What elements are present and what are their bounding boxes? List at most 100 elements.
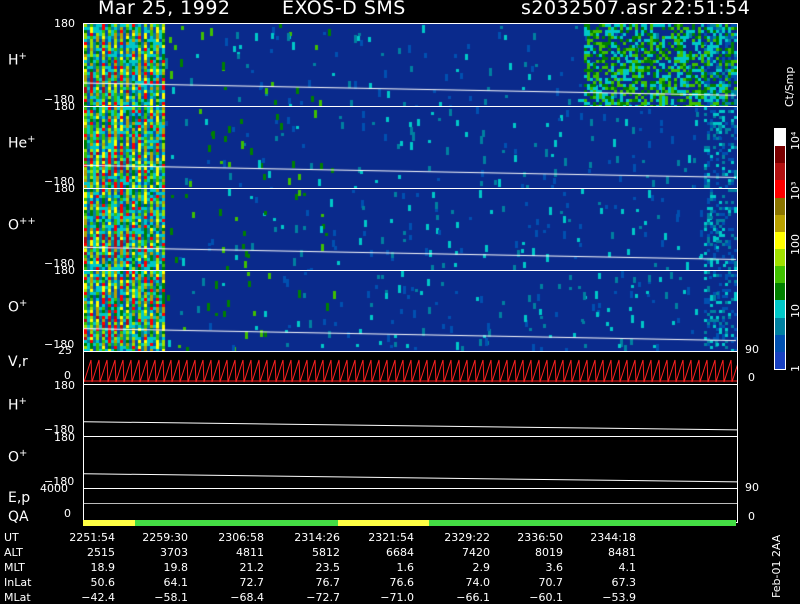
colorbar-segment-5 [775,214,785,232]
vr-plot [84,359,737,383]
panel-ymax-3: 180 [54,264,75,277]
colorbar-segment-2 [775,163,785,181]
ephem-row-label: InLat [4,576,32,589]
ephem-cell: 2336:50 [517,531,563,544]
ephem-cell: 74.0 [465,576,491,589]
spectrogram-panel-3 [83,270,738,352]
ephem-cell: 2314:26 [294,531,340,544]
ephem-cell: 76.6 [389,576,415,589]
ephem-cell: −42.4 [81,591,115,604]
ephem-cell: 2.9 [472,561,491,574]
qa-segment-3 [429,520,736,526]
qa-segment-1 [135,520,338,526]
vr-right-bot: 0 [748,371,755,384]
ephem-cell: 21.2 [239,561,265,574]
panel-ymax-0: 180 [54,17,75,30]
panel-label-0: H+ [8,51,27,69]
spectrogram-canvas-1 [84,107,737,188]
ephem-cell: 70.7 [538,576,564,589]
qa-segment-0 [83,520,136,526]
lower-panel-0 [83,384,738,437]
spectrogram-canvas-0 [84,24,737,106]
qa-bar [83,520,736,526]
ephem-row-label: ALT [4,546,23,559]
ep-label: E,p [8,490,31,506]
spectrogram-canvas-2 [84,189,737,270]
ephem-cell: −58.1 [154,591,188,604]
spectrogram-panel-1 [83,106,738,189]
spectrogram-canvas-3 [84,271,737,351]
ephem-cell: −60.1 [529,591,563,604]
colorbar-tick-3: 10 [789,304,800,318]
ephem-cell: 2344:18 [590,531,636,544]
footer-stamp: Feb-01 2AA [770,534,783,598]
ephem-cell: 19.8 [163,561,189,574]
ephem-cell: 4811 [236,546,264,559]
colorbar-segment-3 [775,180,785,198]
colorbar-tick-1: 10³ [789,181,800,200]
lower-panel-1 [83,436,738,489]
panel-label-3: O+ [8,298,28,316]
ephem-cell: 2259:30 [142,531,188,544]
colorbar-unit: Ct/Smp [783,66,796,107]
panel-ymax-1: 180 [54,100,75,113]
ephem-cell: −68.4 [230,591,264,604]
ephem-row-label: UT [4,531,19,544]
colorbar-segment-13 [775,351,785,369]
ep-line [84,503,737,504]
spectrogram-panel-0 [83,23,738,107]
lower-trace [84,473,737,483]
ephem-cell: −72.7 [306,591,340,604]
instrument-title: EXOS-D SMS [282,0,406,19]
ep-right: 90 [745,481,759,494]
ephem-cell: 18.9 [90,561,116,574]
ephem-cell: 72.7 [239,576,265,589]
ephem-cell: 2251:54 [69,531,115,544]
file-name: s2032507.asr [521,0,657,19]
vr-panel [83,351,738,385]
ephem-cell: 6684 [386,546,414,559]
colorbar-segment-10 [775,300,785,318]
ephem-cell: 67.3 [611,576,637,589]
colorbar-tick-0: 10⁴ [789,131,800,150]
ep-qa-panel [83,488,738,523]
colorbar-tick-4: 1 [789,365,800,372]
ephem-cell: 3.6 [545,561,564,574]
colorbar [774,128,786,370]
qa-value: 0 [64,507,71,520]
ephem-cell: −53.9 [602,591,636,604]
ephem-cell: −66.1 [456,591,490,604]
ephem-cell: 7420 [462,546,490,559]
panel-label-1: He+ [8,134,36,152]
colorbar-segment-6 [775,231,785,249]
colorbar-segment-4 [775,197,785,215]
date-title: Mar 25, 1992 [98,0,231,19]
colorbar-segment-1 [775,146,785,164]
ep-value: 4000 [40,482,68,495]
vr-ytop: 25 [58,344,72,357]
vr-right-top: 90 [745,343,759,356]
ephem-cell: 2321:54 [368,531,414,544]
panel-label-2: O++ [8,216,36,234]
spectrogram-panel-2 [83,188,738,271]
ephem-cell: 3703 [160,546,188,559]
lower-label-0: H+ [8,396,27,414]
ephem-row-label: MLat [4,591,31,604]
ephem-cell: 5812 [312,546,340,559]
ephem-cell: 2329:22 [444,531,490,544]
qa-segment-2 [337,520,430,526]
ephem-cell: 4.1 [618,561,637,574]
colorbar-tick-2: 100 [789,234,800,255]
panel-ymax-2: 180 [54,182,75,195]
ephem-cell: 64.1 [163,576,189,589]
colorbar-segment-12 [775,334,785,352]
ephem-cell: 1.6 [396,561,415,574]
colorbar-segment-11 [775,317,785,335]
colorbar-segment-7 [775,249,785,267]
ephem-cell: 8019 [535,546,563,559]
qa-right: 0 [748,510,755,523]
ephem-cell: 2306:58 [218,531,264,544]
ephem-cell: 50.6 [90,576,116,589]
ephem-cell: 2515 [87,546,115,559]
colorbar-segment-9 [775,283,785,301]
